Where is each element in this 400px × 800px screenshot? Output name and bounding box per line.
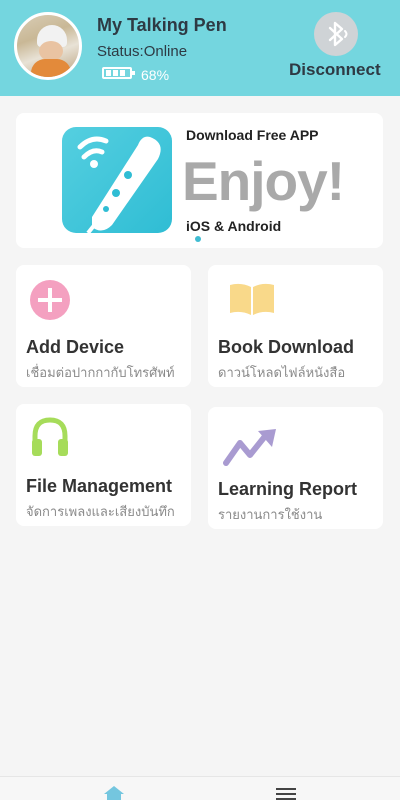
promo-banner[interactable]: Download Free APP Enjoy! iOS & Android: [16, 113, 383, 248]
plus-circle-icon: [30, 280, 70, 325]
battery-cell: [113, 70, 118, 76]
open-book-icon: [228, 283, 276, 322]
card-title: Book Download: [218, 337, 354, 357]
avatar-shirt: [31, 59, 71, 77]
battery-percent: 68%: [141, 67, 170, 83]
bottom-nav: [0, 776, 400, 800]
app-header: My Talking Pen Status:Online 68% Disconn…: [0, 0, 400, 96]
learning-report-card[interactable]: Learning Report รายงานการใช้งาน: [208, 407, 383, 529]
avatar[interactable]: [14, 12, 82, 80]
card-title: Learning Report: [218, 479, 358, 499]
card-title: File Management: [26, 476, 173, 496]
card-subtitle: เชื่อมต่อปากกากับโทรศัพท์: [26, 365, 175, 380]
talking-pen-wifi-icon: [62, 127, 172, 233]
connection-status: Status:Online: [97, 43, 188, 60]
card-subtitle: ดาวน์โหลดไฟล์หนังสือ: [218, 365, 346, 380]
home-icon[interactable]: [104, 786, 124, 800]
bluetooth-icon[interactable]: [314, 12, 358, 56]
battery-icon: [102, 67, 135, 79]
card-subtitle: จัดการเพลงและเสียงบันทึก: [26, 504, 175, 519]
banner-platforms: iOS & Android: [186, 218, 282, 234]
banner-headline: Enjoy!: [182, 150, 345, 212]
banner-download-text: Download Free APP: [186, 127, 319, 143]
disconnect-button[interactable]: Disconnect: [289, 60, 381, 80]
trend-arrow-icon: [222, 427, 280, 472]
card-subtitle: รายงานการใช้งาน: [218, 507, 323, 522]
battery-cell: [120, 70, 125, 76]
headphones-icon: [30, 416, 70, 463]
add-device-card[interactable]: Add Device เชื่อมต่อปากกากับโทรศัพท์: [16, 265, 191, 387]
avatar-face: [39, 41, 63, 61]
card-title: Add Device: [26, 337, 125, 357]
battery-cell: [106, 70, 111, 76]
carousel-indicator[interactable]: [195, 236, 201, 242]
book-download-card[interactable]: Book Download ดาวน์โหลดไฟล์หนังสือ: [208, 265, 383, 387]
device-name: My Talking Pen: [97, 15, 227, 35]
menu-icon[interactable]: [276, 787, 296, 800]
file-management-card[interactable]: File Management จัดการเพลงและเสียงบันทึก: [16, 404, 191, 526]
